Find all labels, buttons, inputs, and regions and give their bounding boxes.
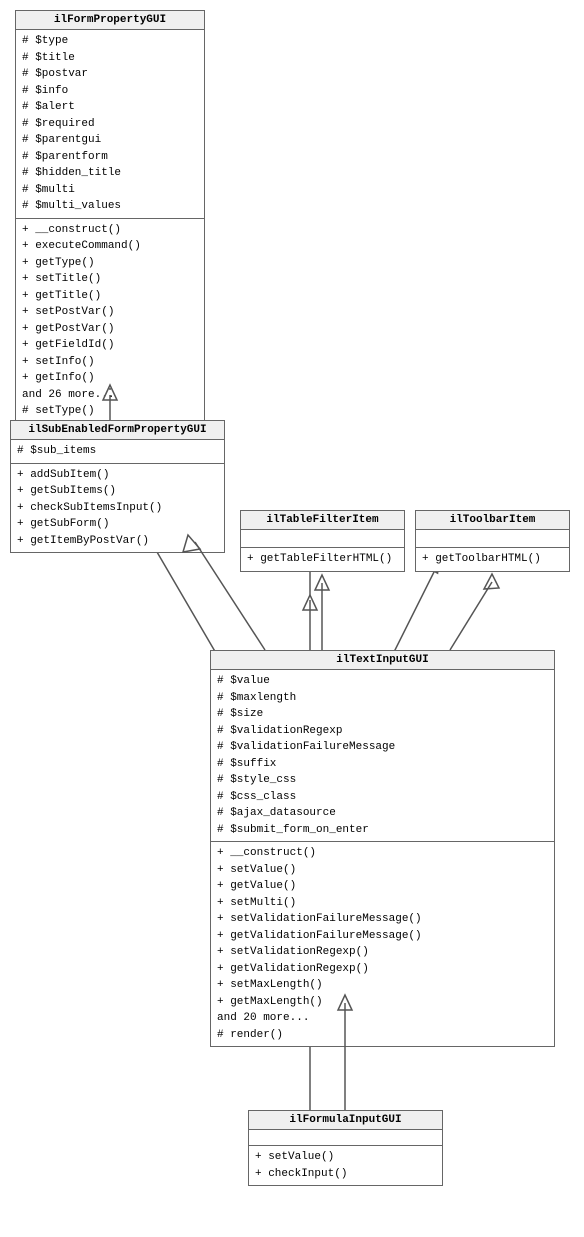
- box-ilTextInputGUI: ilTextInputGUI # $value # $maxlength # $…: [210, 650, 555, 1047]
- fields-ilTextInputGUI: # $value # $maxlength # $size # $validat…: [211, 670, 554, 842]
- diagram-container: ilFormPropertyGUI # $type # $title # $po…: [0, 0, 584, 1237]
- methods-ilTableFilterItem: + getTableFilterHTML(): [241, 548, 404, 571]
- fields-ilSubEnabledFormPropertyGUI: # $sub_items: [11, 440, 224, 464]
- box-title-ilToolbarItem: ilToolbarItem: [416, 511, 569, 530]
- methods-ilToolbarItem: + getToolbarHTML(): [416, 548, 569, 571]
- methods-ilFormulaInputGUI: + setValue() + checkInput(): [249, 1146, 442, 1185]
- box-title-ilSubEnabledFormPropertyGUI: ilSubEnabledFormPropertyGUI: [11, 421, 224, 440]
- fields-ilFormulaInputGUI: [249, 1130, 442, 1146]
- methods-ilFormPropertyGUI: + __construct() + executeCommand() + get…: [16, 219, 204, 440]
- box-ilFormulaInputGUI: ilFormulaInputGUI + setValue() + checkIn…: [248, 1110, 443, 1186]
- fields-ilTableFilterItem: [241, 530, 404, 548]
- box-title-ilFormulaInputGUI: ilFormulaInputGUI: [249, 1111, 442, 1130]
- methods-ilTextInputGUI: + __construct() + setValue() + getValue(…: [211, 842, 554, 1046]
- box-ilTableFilterItem: ilTableFilterItem + getTableFilterHTML(): [240, 510, 405, 572]
- methods-ilSubEnabledFormPropertyGUI: + addSubItem() + getSubItems() + checkSu…: [11, 464, 224, 553]
- box-ilToolbarItem: ilToolbarItem + getToolbarHTML(): [415, 510, 570, 572]
- box-title-ilFormPropertyGUI: ilFormPropertyGUI: [16, 11, 204, 30]
- box-ilSubEnabledFormPropertyGUI: ilSubEnabledFormPropertyGUI # $sub_items…: [10, 420, 225, 553]
- fields-ilFormPropertyGUI: # $type # $title # $postvar # $info # $a…: [16, 30, 204, 219]
- box-title-ilTableFilterItem: ilTableFilterItem: [241, 511, 404, 530]
- box-title-ilTextInputGUI: ilTextInputGUI: [211, 651, 554, 670]
- fields-ilToolbarItem: [416, 530, 569, 548]
- box-ilFormPropertyGUI: ilFormPropertyGUI # $type # $title # $po…: [15, 10, 205, 440]
